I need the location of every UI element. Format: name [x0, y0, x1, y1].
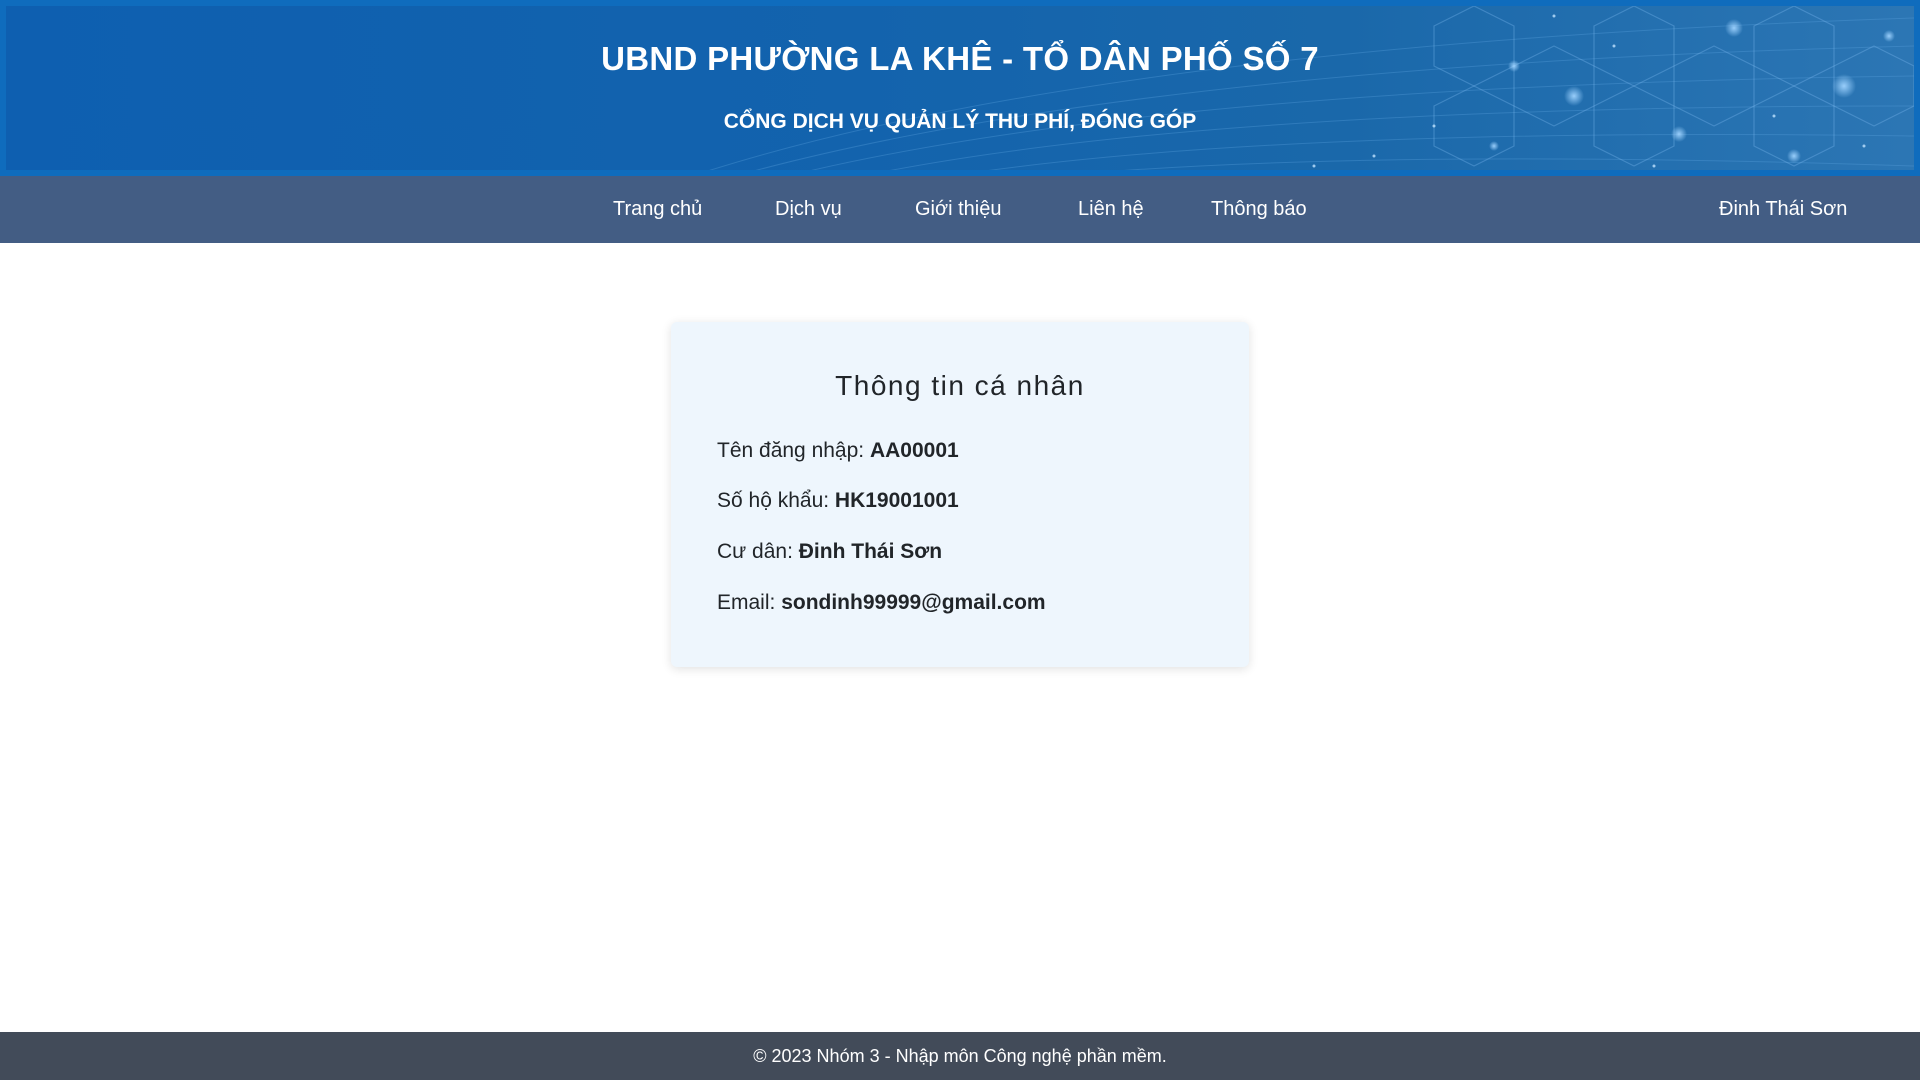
navbar: Trang chủ Dịch vụ Giới thiệu Liên hệ Thô…: [0, 176, 1920, 243]
header-title: UBND PHƯỜNG LA KHÊ - TỔ DÂN PHỐ SỐ 7: [601, 40, 1319, 77]
nav-item-notifications[interactable]: Thông báo: [1211, 176, 1307, 243]
header-subtitle: CỔNG DỊCH VỤ QUẢN LÝ THU PHÍ, ĐÓNG GÓP: [723, 110, 1197, 133]
info-row-email: Email: sondinh99999@gmail.com: [717, 591, 1046, 615]
nav-item-contact[interactable]: Liên hệ: [1078, 176, 1144, 243]
nav-user-account[interactable]: Đinh Thái Sơn: [1719, 176, 1847, 243]
footer-copyright: © 2023 Nhóm 3 - Nhập môn Công nghệ phần …: [753, 1046, 1167, 1066]
info-label: Cư dân:: [717, 540, 799, 563]
info-row-resident: Cư dân: Đinh Thái Sơn: [717, 540, 942, 564]
info-row-username: Tên đăng nhập: AA00001: [717, 439, 959, 463]
info-label: Tên đăng nhập:: [717, 439, 870, 462]
header-banner: UBND PHƯỜNG LA KHÊ - TỔ DÂN PHỐ SỐ 7 CỔN…: [0, 0, 1920, 176]
info-label: Email:: [717, 591, 782, 614]
profile-card-title: Thông tin cá nhân: [835, 370, 1085, 401]
page: UBND PHƯỜNG LA KHÊ - TỔ DÂN PHỐ SỐ 7 CỔN…: [0, 0, 1920, 1080]
footer: © 2023 Nhóm 3 - Nhập môn Công nghệ phần …: [0, 1032, 1920, 1080]
info-label: Số hộ khẩu:: [717, 489, 835, 512]
profile-card: Thông tin cá nhân Tên đăng nhập: AA00001…: [671, 322, 1249, 667]
info-value: sondinh99999@gmail.com: [781, 591, 1046, 614]
nav-item-services[interactable]: Dịch vụ: [775, 176, 842, 243]
nav-item-about[interactable]: Giới thiệu: [915, 176, 1001, 243]
network-background-graphic: [709, 6, 1914, 170]
nav-item-home[interactable]: Trang chủ: [613, 176, 702, 243]
info-row-household-number: Số hộ khẩu: HK19001001: [717, 489, 959, 513]
info-value: AA00001: [869, 439, 959, 462]
info-value: HK19001001: [834, 489, 959, 512]
info-value: Đinh Thái Sơn: [798, 540, 943, 563]
